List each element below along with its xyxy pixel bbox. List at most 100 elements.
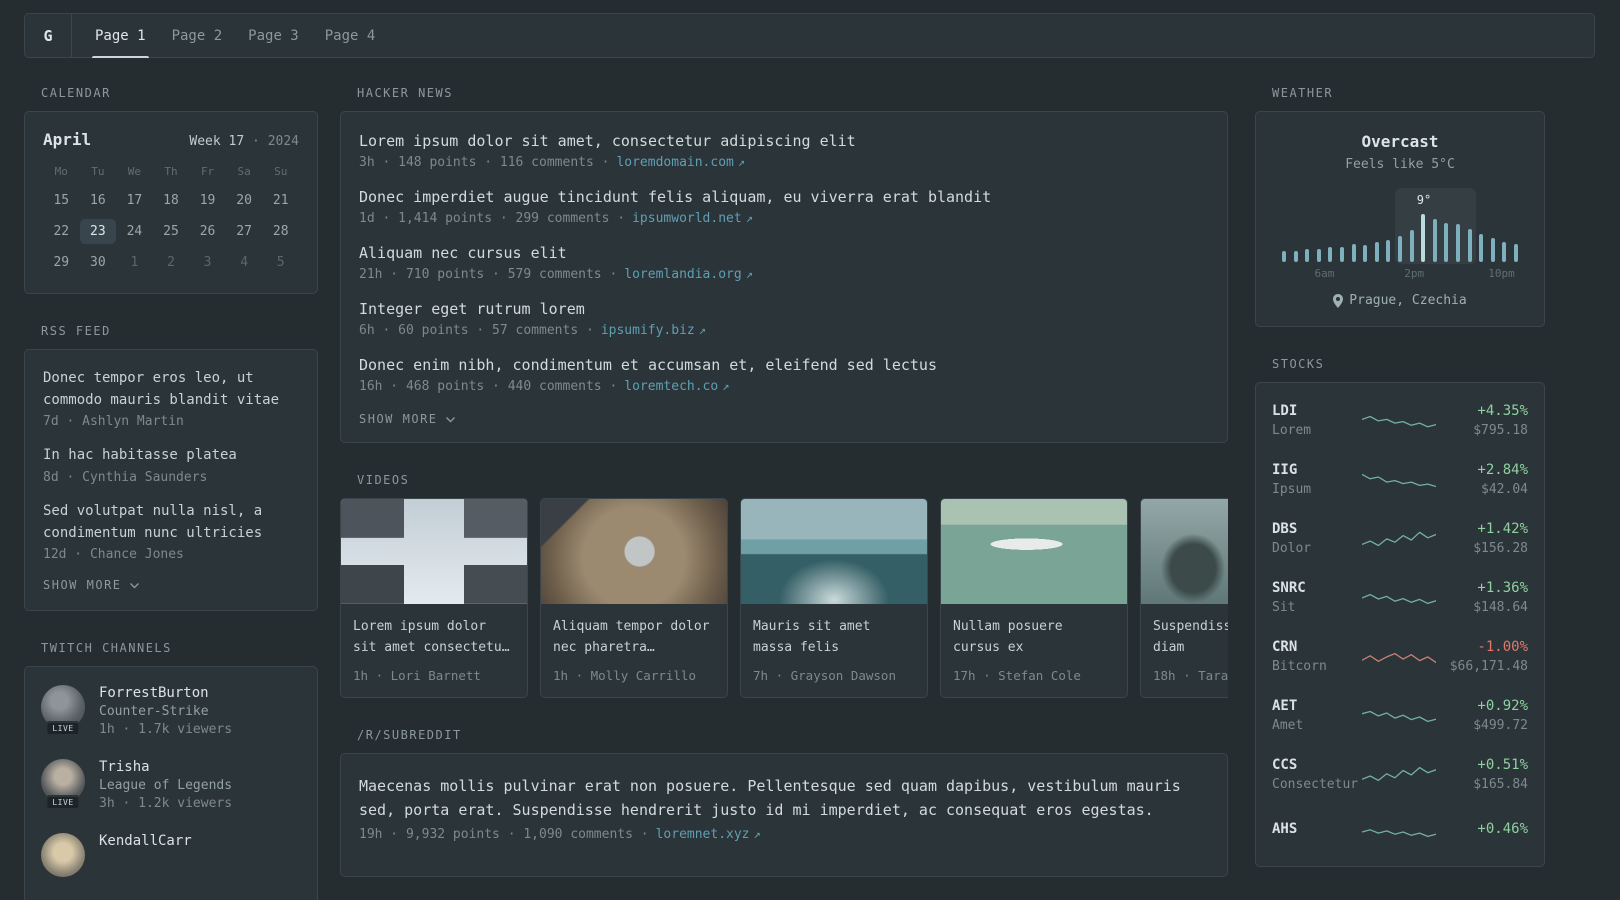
hn-item-domain-link[interactable]: loremtech.co [624, 379, 718, 394]
channel-name[interactable]: Trisha [99, 759, 232, 775]
weather-bar [1316, 249, 1321, 262]
hacker-news-section: HACKER NEWS Lorem ipsum dolor sit amet, … [340, 86, 1228, 443]
tab-page-4[interactable]: Page 4 [312, 14, 389, 57]
video-thumbnail[interactable] [1141, 499, 1228, 604]
video-card[interactable]: Nullam posuere cursus ex 17h · Stefan Co… [940, 498, 1128, 698]
reddit-post-title[interactable]: Maecenas mollis pulvinar erat non posuer… [359, 774, 1209, 822]
external-link-icon: ↗ [745, 211, 753, 225]
rss-item-title[interactable]: Donec tempor eros leo, ut commodo mauris… [43, 368, 299, 411]
video-card[interactable]: Aliquam tempor dolor nec pharetra… 1h · … [540, 498, 728, 698]
hn-item: Integer eget rutrum lorem 6h · 60 points… [359, 300, 1209, 338]
stock-identity: CCS Consectetur [1272, 757, 1360, 792]
stock-change: +1.42% [1477, 521, 1528, 537]
hn-item: Donec enim nibh, condimentum et accumsan… [359, 356, 1209, 394]
hn-item-title[interactable]: Aliquam nec cursus elit [359, 244, 1209, 262]
reddit-post-domain-link[interactable]: loremnet.xyz [656, 827, 750, 842]
channel-name[interactable]: KendallCarr [99, 833, 192, 849]
video-card[interactable]: Lorem ipsum dolor sit amet consectetu… 1… [340, 498, 528, 698]
tab-page-2[interactable]: Page 2 [159, 14, 236, 57]
hn-item-domain-link[interactable]: ipsumworld.net [632, 211, 742, 226]
rss-item-title[interactable]: Sed volutpat nulla nisl, a condimentum n… [43, 501, 299, 544]
channel-category[interactable]: League of Legends [99, 778, 232, 793]
twitch-channel-row[interactable]: KendallCarr [41, 833, 301, 878]
weather-bar [1409, 230, 1414, 262]
subreddit-widget: Maecenas mollis pulvinar erat non posuer… [340, 753, 1228, 877]
video-thumbnail[interactable] [941, 499, 1127, 604]
weather-bar [1293, 250, 1298, 262]
twitch-channel-row[interactable]: LIVE Trisha League of Legends 3h · 1.2k … [41, 759, 301, 811]
stock-sparkline [1360, 465, 1438, 495]
video-title[interactable]: Mauris sit amet massa felis [753, 617, 915, 659]
stock-name: Bitcorn [1272, 659, 1327, 674]
hn-item-title[interactable]: Lorem ipsum dolor sit amet, consectetur … [359, 132, 1209, 150]
video-title[interactable]: Nullam posuere cursus ex [953, 617, 1115, 659]
weather-bar [1282, 250, 1286, 262]
calendar-section-title: CALENDAR [41, 86, 111, 100]
weather-location: Prague, Czechia [1349, 293, 1467, 308]
rss-show-more-button[interactable]: SHOW MORE [43, 578, 299, 592]
tab-page-1[interactable]: Page 1 [82, 14, 159, 58]
stock-name: Dolor [1272, 541, 1312, 556]
rss-item-meta: 8d · Cynthia Saunders [43, 470, 208, 486]
video-card-body: Lorem ipsum dolor sit amet consectetu… 1… [341, 604, 527, 697]
stock-row: AHS +0.46% [1272, 804, 1528, 858]
twitch-widget: LIVE ForrestBurton Counter-Strike 1h · 1… [24, 666, 318, 900]
calendar-day: 16 [90, 193, 106, 208]
hn-show-more-button[interactable]: SHOW MORE [359, 412, 1209, 426]
weather-hourly-chart: 9° 6am 2pm 10pm [1274, 184, 1526, 280]
video-title[interactable]: Lorem ipsum dolor sit amet consectetu… [353, 617, 515, 659]
video-meta: 7h · Grayson Dawson [753, 668, 896, 683]
app-logo[interactable]: G [25, 14, 72, 57]
video-thumbnail[interactable] [741, 499, 927, 604]
weather-time-label: 2pm [1404, 267, 1425, 280]
stock-values: +1.42% $156.28 [1438, 521, 1528, 556]
stock-values: +2.84% $42.04 [1438, 462, 1528, 497]
calendar-year: 2024 [267, 134, 299, 149]
video-meta: 1h · Molly Carrillo [553, 668, 696, 683]
calendar-day-next-month: 2 [167, 255, 175, 270]
twitch-channel-row[interactable]: LIVE ForrestBurton Counter-Strike 1h · 1… [41, 685, 301, 737]
stock-values: -1.00% $66,171.48 [1438, 639, 1528, 674]
calendar-day: 27 [236, 224, 252, 239]
hn-item-meta: 16h · 468 points · 440 comments · loremte… [359, 379, 1209, 394]
tab-page-3[interactable]: Page 3 [235, 14, 312, 57]
hn-item-title[interactable]: Donec enim nibh, condimentum et accumsan… [359, 356, 1209, 374]
stock-symbol: CCS [1272, 757, 1298, 773]
tab-label: Page 3 [248, 27, 299, 44]
rss-item-meta: 7d · Ashlyn Martin [43, 414, 184, 430]
stock-name: Consectetur [1272, 777, 1359, 792]
weather-time-label: 10pm [1488, 267, 1515, 280]
stock-sparkline [1360, 701, 1438, 731]
channel-category[interactable]: Counter-Strike [99, 704, 232, 719]
video-thumbnail[interactable] [541, 499, 727, 604]
calendar-week-year: Week 17 · 2024 [189, 134, 299, 149]
video-title[interactable]: Aliquam tempor dolor nec pharetra… [553, 617, 715, 659]
hn-item-domain-link[interactable]: loremdomain.com [616, 155, 733, 170]
stock-price: $66,171.48 [1449, 659, 1528, 674]
hn-item-domain-link[interactable]: loremlandia.org [624, 267, 741, 282]
video-title[interactable]: Suspendisse diam [1153, 617, 1228, 659]
video-card[interactable]: Mauris sit amet massa felis 7h · Grayson… [740, 498, 928, 698]
external-link-icon: ↗ [745, 267, 753, 281]
weather-bar [1363, 244, 1368, 262]
stock-price: $148.64 [1473, 600, 1528, 615]
stock-row: IIG Ipsum +2.84% $42.04 [1272, 450, 1528, 509]
hn-item-stats: 16h · 468 points · 440 comments · [359, 379, 618, 394]
hn-item-domain-link[interactable]: ipsumify.biz [601, 323, 695, 338]
hn-item-title[interactable]: Donec imperdiet augue tincidunt felis al… [359, 188, 1209, 206]
calendar-day: 17 [126, 193, 143, 208]
weather-condition: Overcast [1361, 132, 1439, 151]
rss-item: Sed volutpat nulla nisl, a condimentum n… [43, 501, 299, 562]
hn-item-title[interactable]: Integer eget rutrum lorem [359, 300, 1209, 318]
video-card[interactable]: Suspendisse diam 18h · Tara [1140, 498, 1228, 698]
rss-item-title[interactable]: In hac habitasse platea [43, 445, 299, 467]
rss-item: In hac habitasse platea 8d · Cynthia Sau… [43, 445, 299, 485]
live-badge: LIVE [45, 721, 81, 737]
tab-label: Page 2 [171, 27, 223, 44]
calendar-day: 28 [272, 224, 289, 239]
stock-sparkline [1360, 406, 1438, 436]
videos-carousel[interactable]: Lorem ipsum dolor sit amet consectetu… 1… [340, 498, 1228, 698]
channel-name[interactable]: ForrestBurton [99, 685, 232, 701]
video-thumbnail[interactable] [341, 499, 527, 604]
stock-identity: DBS Dolor [1272, 521, 1360, 556]
